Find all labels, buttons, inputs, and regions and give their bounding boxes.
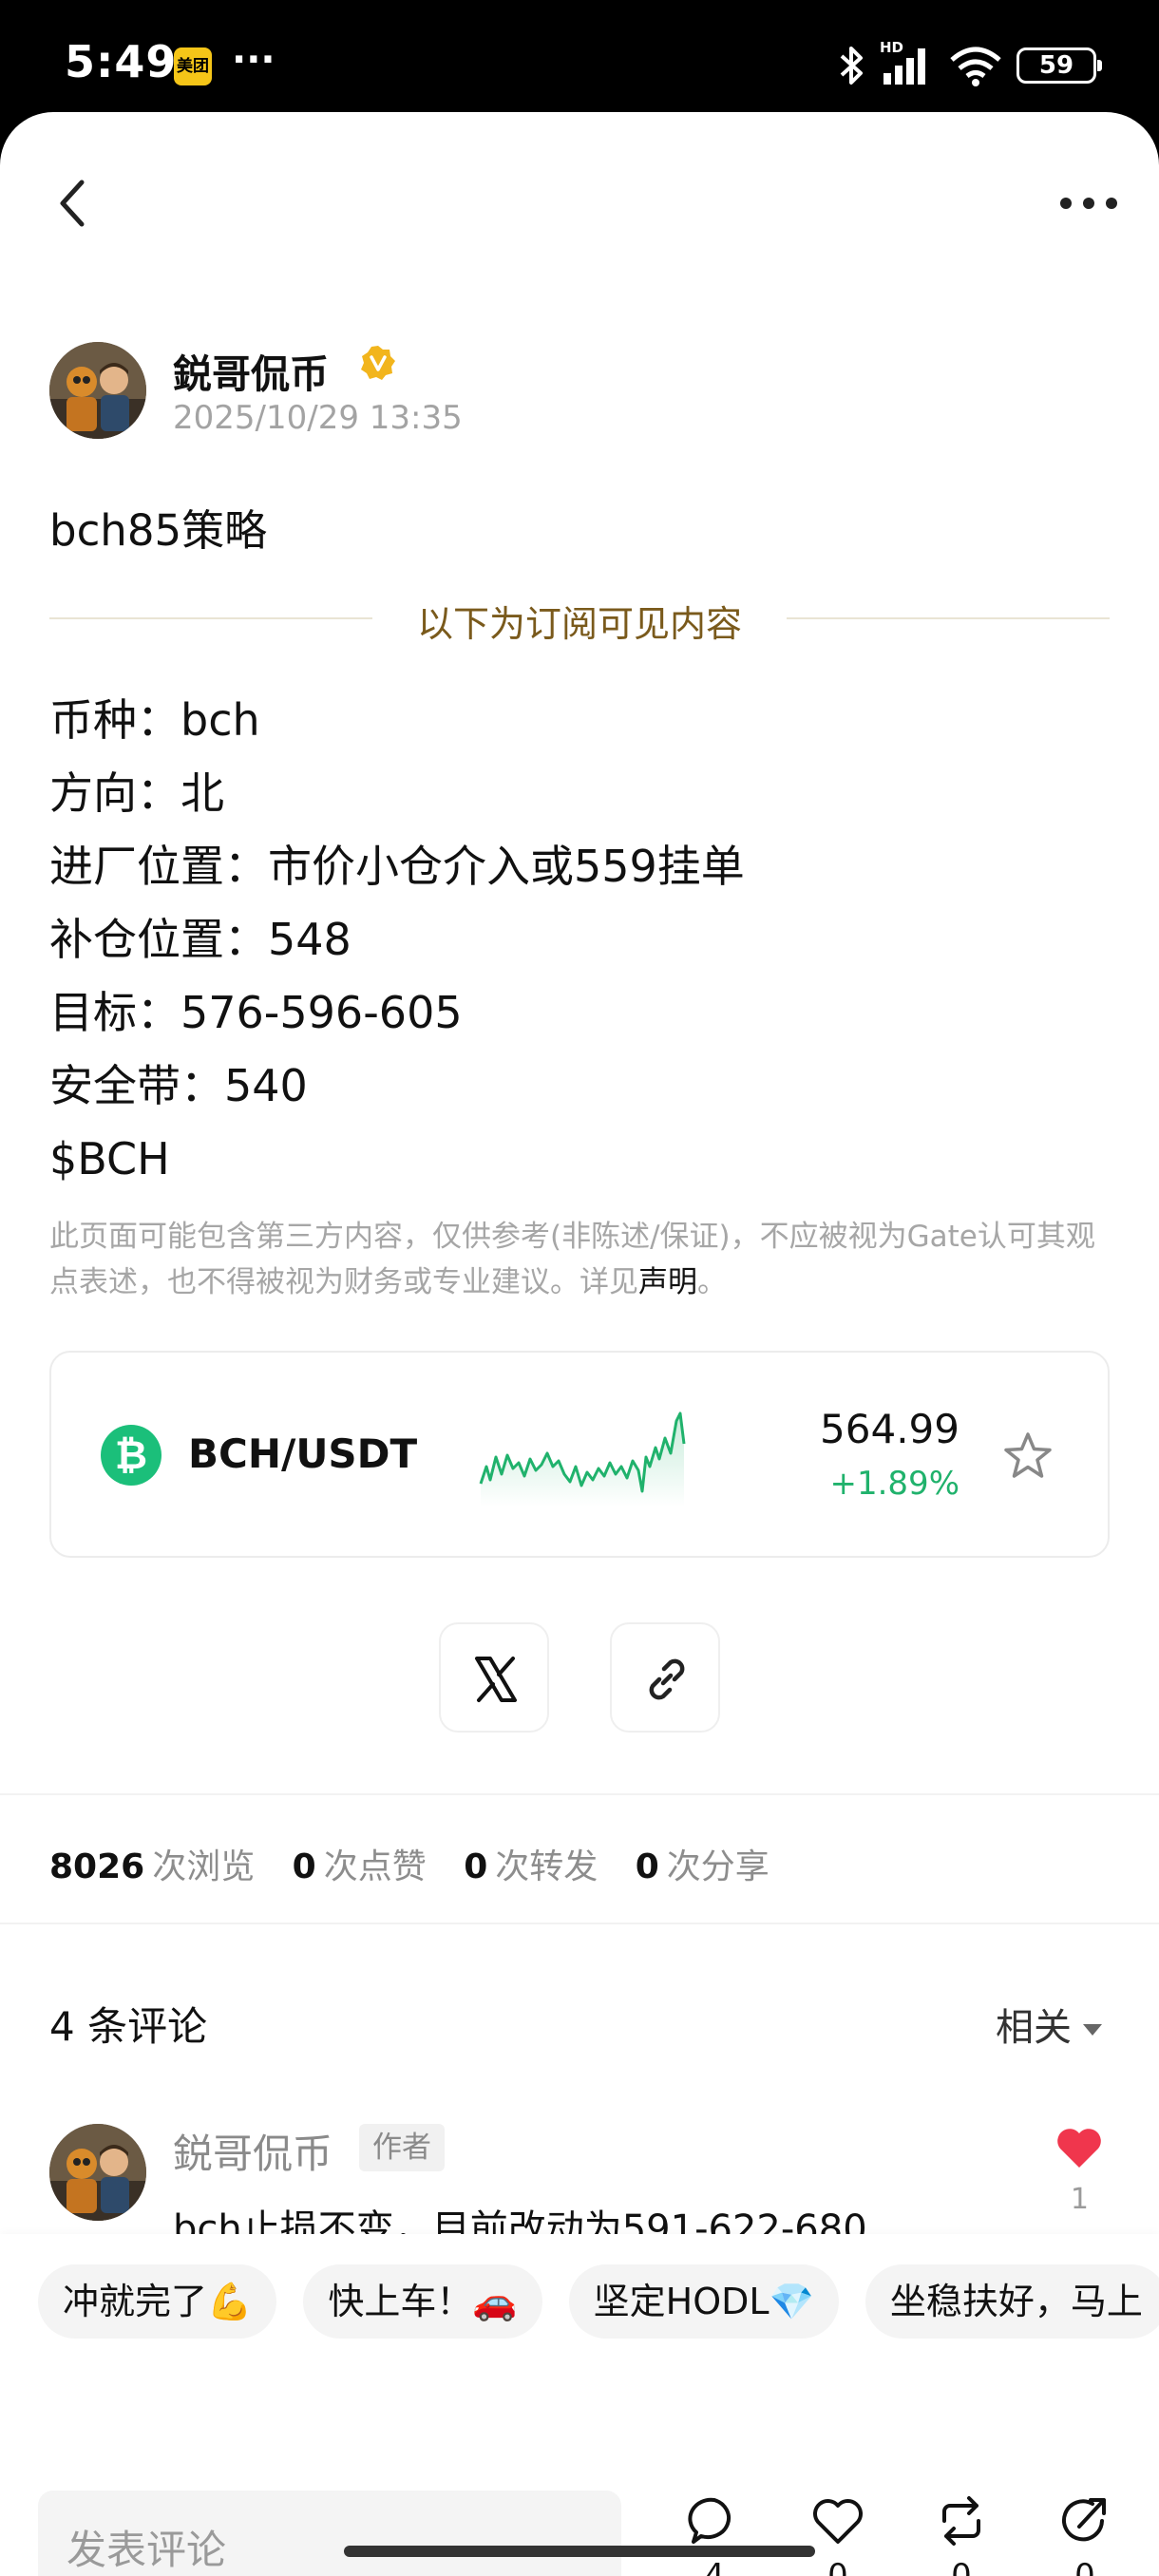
quick-reply-chips: 冲就完了💪 快上车！🚗 坚定HODL💎 坐稳扶好，马上 [38, 2264, 1159, 2339]
quick-reply-chip[interactable]: 坚定HODL💎 [568, 2264, 839, 2339]
cellular-signal-icon: HD [880, 39, 935, 86]
post-stats: 8026 次浏览 0 次点赞 0 次转发 0 次分享 [49, 1839, 796, 1888]
divider [0, 1923, 1159, 1924]
meituan-icon: 美团 [174, 47, 212, 85]
disclaimer-text: 此页面可能包含第三方内容，仅供参考(非陈述/保证)，不应被视为Gate认可其观点… [49, 1220, 1095, 1299]
disclaimer: 此页面可能包含第三方内容，仅供参考(非陈述/保证)，不应被视为Gate认可其观点… [49, 1214, 1123, 1305]
share-icon [1062, 2498, 1106, 2542]
caret-down-icon [1083, 2024, 1102, 2036]
author-header: 鋭哥侃币 2025/10/29 13:35 [49, 342, 463, 441]
status-time: 5:49 [65, 36, 178, 87]
view-count: 8026 [49, 1847, 145, 1886]
comment-like-count: 1 [1070, 2183, 1089, 2216]
status-icons: HD 59 [838, 39, 1102, 89]
bluetooth-icon [840, 47, 863, 85]
comment-bubble-icon [688, 2497, 732, 2544]
subscription-divider: 以下为订阅可见内容 [49, 595, 1110, 645]
divider-line [787, 617, 1110, 619]
sparkline-chart [479, 1411, 686, 1506]
sort-label: 相关 [996, 2006, 1072, 2050]
quick-reply-chip[interactable]: 冲就完了💪 [38, 2264, 277, 2339]
post-sheet: 鋭哥侃币 2025/10/29 13:35 bch85策略 以下为订阅可见内容 … [0, 112, 1159, 2576]
cashtag-link[interactable]: $BCH [49, 1123, 745, 1196]
quick-reply-chip[interactable]: 坐稳扶好，马上 [864, 2264, 1159, 2339]
body-line-coin: 币种：bch [49, 694, 260, 746]
body-line-add-position: 补仓位置：548 [49, 914, 352, 965]
subscription-label: 以下为订阅可见内容 [416, 603, 742, 645]
comment-action-count: 4 [704, 2557, 725, 2576]
x-logo-icon [475, 1657, 517, 1702]
divider [0, 1793, 1159, 1795]
verified-badge-icon [361, 346, 395, 380]
copy-link-button[interactable] [610, 1622, 720, 1733]
heart-icon [813, 2499, 863, 2544]
market-card[interactable]: ₿ BCH/USDT 564.99 +1.89% [49, 1351, 1110, 1558]
like-count: 0 [292, 1847, 316, 1886]
quick-reply-chip[interactable]: 快上车！🚗 [303, 2264, 542, 2339]
bch-coin-icon: ₿ [101, 1425, 162, 1486]
body-line-direction: 方向：北 [49, 767, 224, 819]
body-line-entry: 进厂位置：市价小仓介入或559挂单 [49, 841, 745, 892]
like-label: 次点赞 [323, 1847, 427, 1886]
battery-icon: 59 [1016, 47, 1102, 84]
post-body: 币种：bch 方向：北 进厂位置：市价小仓介入或559挂单 补仓位置：548 目… [49, 684, 745, 1196]
status-more-icon: ··· [232, 38, 276, 82]
more-options-icon[interactable] [1058, 184, 1119, 222]
body-line-stop-loss: 安全带：540 [49, 1060, 308, 1111]
share-count: 0 [635, 1847, 659, 1886]
post-timestamp: 2025/10/29 13:35 [173, 399, 463, 437]
market-change: +1.89% [829, 1465, 960, 1503]
home-indicator[interactable] [344, 2546, 815, 2557]
favorite-star-icon[interactable] [999, 1429, 1056, 1486]
wifi-icon [950, 47, 1001, 86]
trading-pair: BCH/USDT [188, 1430, 418, 1477]
status-bar: 5:49 美团 ··· HD 59 [0, 0, 1159, 114]
disclaimer-link[interactable]: 声明 [638, 1265, 697, 1299]
post-title: bch85策略 [49, 505, 268, 556]
share-x-button[interactable] [439, 1622, 549, 1733]
view-label: 次浏览 [152, 1847, 256, 1886]
comment-avatar[interactable] [49, 2124, 146, 2221]
comments-title: 4 条评论 [49, 2003, 208, 2050]
back-icon[interactable] [55, 175, 93, 232]
repost-count: 0 [464, 1847, 488, 1886]
share-action[interactable]: 0 [1047, 2492, 1123, 2576]
comment-author[interactable]: 鋭哥侃币 [173, 2122, 332, 2180]
comment-sort-dropdown[interactable]: 相关 [996, 1997, 1102, 2052]
like-action-count: 0 [827, 2557, 848, 2576]
bottom-panel: 冲就完了💪 快上车！🚗 坚定HODL💎 坐稳扶好，马上 发表评论 4 0 0 0 [0, 2234, 1159, 2576]
comment-action[interactable]: 4 [676, 2492, 752, 2576]
repost-action-count: 0 [951, 2557, 972, 2576]
repost-label: 次转发 [495, 1847, 598, 1886]
share-action-count: 0 [1074, 2557, 1095, 2576]
avatar[interactable] [49, 342, 146, 439]
author-badge: 作者 [359, 2124, 445, 2171]
comment-input[interactable]: 发表评论 [38, 2491, 621, 2576]
repost-action[interactable]: 0 [923, 2492, 999, 2576]
comment-like-heart-icon[interactable] [1053, 2120, 1106, 2173]
disclaimer-suffix: 。 [697, 1265, 727, 1299]
market-price: 564.99 [820, 1406, 960, 1452]
share-label: 次分享 [666, 1847, 770, 1886]
like-action[interactable]: 0 [800, 2492, 876, 2576]
body-line-target: 目标：576-596-605 [49, 987, 463, 1038]
repost-icon [942, 2496, 980, 2546]
author-name[interactable]: 鋭哥侃币 [173, 342, 329, 399]
link-icon [649, 1658, 685, 1700]
